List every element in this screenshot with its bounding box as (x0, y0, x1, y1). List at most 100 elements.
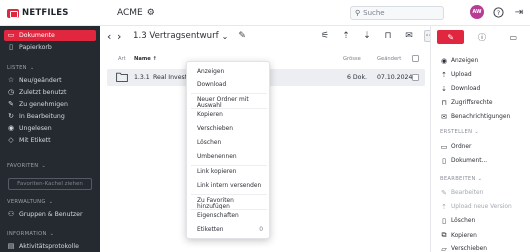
sidebar-item-labelled[interactable]: ◇ Mit Etikett (4, 135, 96, 146)
action-move[interactable]: ▱ Verschieben (440, 245, 487, 252)
action-notifications[interactable]: ✉ Benachrichtigungen (440, 113, 510, 121)
section-create-header[interactable]: ERSTELLEN ⌄ (440, 129, 479, 135)
row-name[interactable]: Real Invest (153, 74, 187, 81)
sidebar-item-activity-log[interactable]: ▤ Aktivitätsprotokolle (4, 241, 96, 252)
mail-icon[interactable]: ✉ (403, 30, 415, 42)
column-name[interactable]: Name ↑ (134, 56, 157, 62)
action-access-rights[interactable]: ⊓ Zugriffsrechte (440, 99, 492, 107)
menu-item-download[interactable]: Download (197, 82, 263, 88)
eye-icon: ◉ (7, 124, 15, 132)
tab-comments[interactable]: ▭ (500, 30, 527, 44)
chevron-down-icon: ⌄ (49, 231, 55, 237)
column-size[interactable]: Grösse (343, 56, 361, 62)
column-name-label: Name (134, 56, 151, 62)
lock-icon[interactable]: ⊓ (382, 30, 394, 42)
app-logo[interactable]: NETFILES (7, 8, 69, 18)
action-upload[interactable]: ⇡ Upload (440, 71, 472, 79)
menu-item-properties[interactable]: Eigenschaften (197, 213, 263, 219)
eye-icon: ◉ (440, 57, 448, 65)
column-changed[interactable]: Geändert (377, 56, 401, 62)
comment-icon: ▭ (509, 32, 518, 42)
filter-icon[interactable]: ⚟ (319, 30, 331, 42)
info-icon: ⓘ (477, 32, 486, 42)
action-view[interactable]: ◉ Anzeigen (440, 57, 478, 65)
context-menu: Anzeigen Download Neuer Ordner mit Auswa… (186, 61, 270, 239)
action-label: Anzeigen (451, 58, 479, 64)
section-info-header[interactable]: INFORMATION ⌄ (7, 231, 54, 237)
breadcrumb[interactable]: 1.3 Vertragsentwurf ⌄ (133, 31, 228, 41)
sidebar-item-approve[interactable]: ✎ Zu genehmigen (4, 99, 96, 110)
menu-item-label: Link kopieren (197, 169, 237, 175)
clock-icon: ◷ (7, 88, 15, 96)
edit-document[interactable]: ✎ Bearbeiten (440, 189, 483, 197)
menu-item-view[interactable]: Anzeigen (197, 69, 263, 75)
upload-icon[interactable]: ⇡ (340, 30, 352, 42)
action-delete[interactable]: ▯ Löschen (440, 217, 475, 225)
sidebar-item-in-progress[interactable]: ↻ In Bearbeitung (4, 111, 96, 122)
action-download[interactable]: ⇣ Download (440, 85, 480, 93)
org-switcher[interactable]: ACME ⚙ (117, 8, 155, 18)
rename-pencil-icon[interactable]: ✎ (238, 31, 246, 41)
section-label: INFORMATION (7, 231, 47, 237)
download-icon[interactable]: ⇣ (361, 30, 373, 42)
search-input[interactable] (363, 9, 434, 17)
sidebar-item-new-changed[interactable]: ☆ Neu/geändert (4, 75, 96, 86)
labels-count: 0 (259, 227, 263, 233)
column-type[interactable]: Art (118, 56, 126, 62)
sidebar-item-trash[interactable]: ▯ Papierkorb (4, 42, 96, 53)
back-arrow-icon[interactable]: ‹ (107, 30, 117, 43)
upload-icon: ⇡ (441, 203, 447, 211)
user-avatar[interactable]: AW (470, 5, 484, 19)
select-all-checkbox[interactable] (412, 55, 419, 62)
sidebar-item-label: Gruppen & Benutzer (19, 211, 83, 218)
pencil-icon: ✎ (447, 32, 455, 42)
section-admin-header[interactable]: VERWALTUNG ⌄ (7, 199, 53, 205)
menu-item-move[interactable]: Verschieben (197, 126, 263, 132)
search-box[interactable]: ⚲ (350, 6, 444, 20)
menu-divider (191, 93, 267, 94)
action-label: Upload neue Version (451, 204, 512, 210)
upload-icon: ⇡ (441, 71, 447, 79)
help-icon[interactable]: ? (491, 5, 505, 19)
mail-icon: ✉ (441, 113, 447, 121)
sidebar-item-recent[interactable]: ◷ Zuletzt benutzt (4, 87, 96, 98)
folder-icon: ▭ (7, 31, 15, 39)
settings-gear-icon[interactable]: ⚙ (147, 8, 155, 18)
logout-icon[interactable]: ⇥ (512, 5, 526, 19)
section-lists-header[interactable]: LISTEN ⌄ (7, 65, 35, 71)
section-edit-header[interactable]: BEARBEITEN ⌄ (440, 176, 482, 182)
chevron-down-icon: ⌄ (221, 31, 229, 41)
sidebar-item-documents[interactable]: ▭ Dokumente (4, 30, 96, 41)
menu-item-copy[interactable]: Kopieren (197, 112, 263, 118)
log-icon: ▤ (7, 242, 15, 250)
create-folder[interactable]: ▭ Ordner (440, 143, 472, 151)
tab-actions[interactable]: ✎ (437, 30, 465, 44)
action-copy[interactable]: ⧉ Kopieren (440, 231, 477, 240)
tab-info[interactable]: ⓘ (468, 30, 495, 44)
move-icon: ▱ (441, 245, 447, 252)
menu-item-send-link-internal[interactable]: Link intern versenden (197, 183, 263, 189)
menu-item-rename[interactable]: Umbenennen (197, 154, 263, 160)
sidebar-item-groups-users[interactable]: ⚇ Gruppen & Benutzer (4, 209, 96, 220)
sidebar-item-unread[interactable]: ◉ Ungelesen (4, 123, 96, 134)
favorites-drop-target[interactable]: Favoriten-Kachel ziehen (8, 178, 92, 190)
sidebar-item-label: Dokumente (19, 32, 55, 39)
menu-divider (191, 108, 267, 109)
menu-item-copy-link[interactable]: Link kopieren (197, 169, 263, 175)
menu-divider (191, 165, 267, 166)
pencil-icon: ✎ (441, 189, 447, 197)
create-document[interactable]: ▯ Dokument... (440, 157, 487, 165)
top-right-controls: AW ? ⇥ (470, 5, 526, 19)
menu-item-labels[interactable]: Etiketten 0 (197, 227, 263, 233)
chevron-down-icon: ⌄ (477, 176, 483, 182)
upload-new-version[interactable]: ⇡ Upload neue Version (440, 203, 512, 211)
action-label: Dokument... (451, 158, 488, 164)
menu-divider (191, 209, 267, 210)
menu-item-delete[interactable]: Löschen (197, 140, 263, 146)
row-checkbox[interactable] (412, 74, 419, 81)
forward-arrow-icon[interactable]: › (117, 30, 127, 43)
sidebar-item-label: Mit Etikett (19, 137, 51, 144)
action-label: Bearbeiten (451, 190, 484, 196)
section-favorites-header[interactable]: FAVORITEN ⌄ (7, 163, 46, 169)
chevron-down-icon: ⌄ (474, 129, 479, 135)
